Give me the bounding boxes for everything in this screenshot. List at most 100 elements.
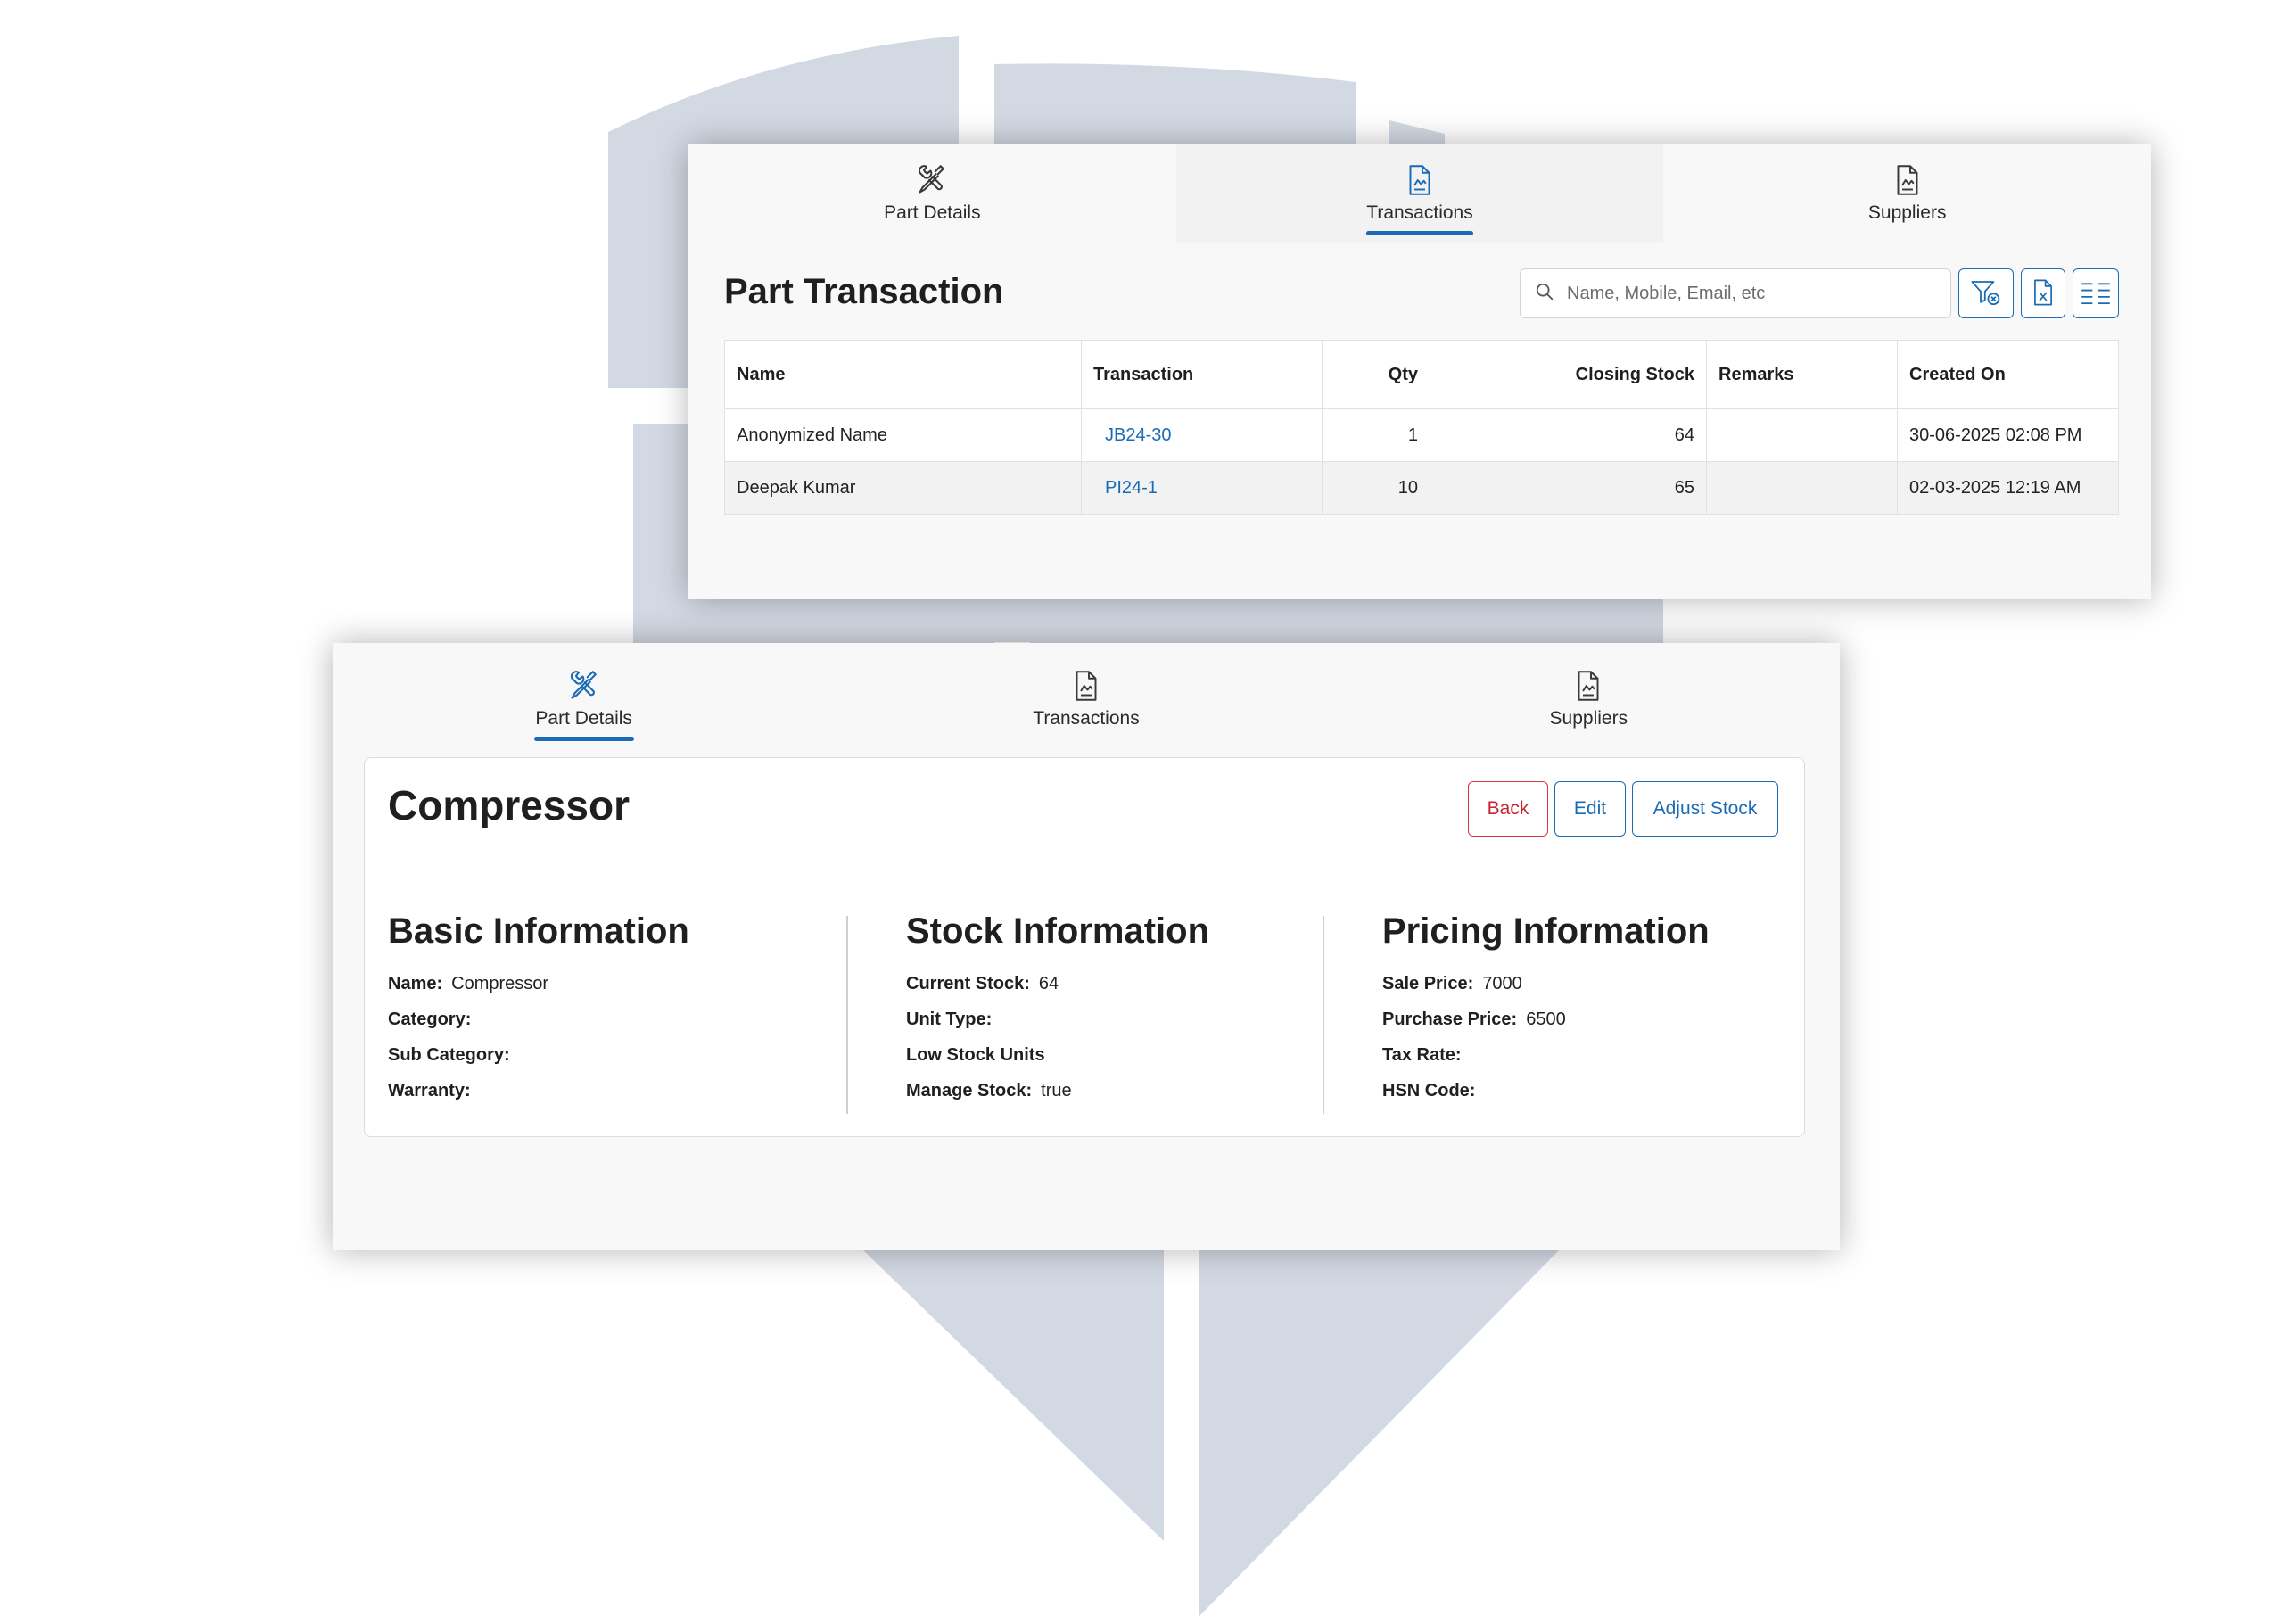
cell-qty: 1: [1322, 408, 1430, 462]
column-header[interactable]: Remarks: [1706, 340, 1898, 409]
document-chart-icon: [1890, 162, 1925, 198]
tab-part-details[interactable]: Part Details: [688, 144, 1176, 243]
search-box: [1520, 268, 1951, 318]
column-toggle-icon: [2081, 280, 2111, 308]
field-row: Category:: [388, 1002, 689, 1037]
table-header-row: Name Transaction Qty Closing Stock Remar…: [724, 340, 2119, 409]
filter-clear-icon: [1970, 278, 2002, 309]
filter-clear-button[interactable]: [1958, 268, 2014, 318]
tools-icon: [566, 668, 602, 704]
field-label: Low Stock Units: [906, 1045, 1045, 1065]
document-chart-icon: [1570, 668, 1606, 704]
part-details-card: Part Details Transactions Suppliers Comp…: [333, 643, 1840, 1250]
field-row: Unit Type:: [906, 1002, 1209, 1037]
tab-transactions[interactable]: Transactions: [1175, 144, 1664, 243]
part-title: Compressor: [388, 782, 630, 828]
transactions-table: Name Transaction Qty Closing Stock Remar…: [724, 340, 2119, 515]
field-row: Purchase Price: 6500: [1382, 1002, 1710, 1037]
excel-export-button[interactable]: [2021, 268, 2065, 318]
tab-label: Part Details: [884, 202, 981, 223]
basic-information-section: Basic Information Name: Compressor Catego…: [388, 911, 689, 1109]
tab-label: Suppliers: [1549, 708, 1628, 729]
column-header[interactable]: Name: [724, 340, 1082, 409]
tab-bar: Part Details Transactions Suppliers: [333, 643, 1840, 752]
field-value: true: [1041, 1081, 1072, 1101]
tab-underline: [1854, 231, 1961, 235]
cell-qty: 10: [1322, 461, 1430, 515]
cell-closing-stock: 65: [1430, 461, 1707, 515]
cell-name: Deepak Kumar: [724, 461, 1082, 515]
edit-button[interactable]: Edit: [1554, 781, 1626, 837]
field-value: 6500: [1526, 1010, 1566, 1029]
excel-export-icon: [2032, 278, 2055, 309]
field-label: Name:: [388, 974, 443, 993]
transaction-link[interactable]: PI24-1: [1093, 478, 1158, 498]
cell-name: Anonymized Name: [724, 408, 1082, 462]
column-header[interactable]: Transaction: [1081, 340, 1323, 409]
back-button[interactable]: Back: [1468, 781, 1548, 837]
tab-transactions[interactable]: Transactions: [835, 643, 1337, 752]
field-label: Purchase Price:: [1382, 1010, 1518, 1029]
field-row: Low Stock Units: [906, 1037, 1209, 1073]
field-value: Compressor: [451, 974, 549, 993]
page-title: Part Transaction: [724, 272, 1004, 311]
field-label: Unit Type:: [906, 1010, 993, 1029]
cell-remarks: [1706, 461, 1898, 515]
tab-label: Transactions: [1033, 708, 1140, 729]
field-value: 64: [1038, 974, 1059, 993]
section-heading: Pricing Information: [1382, 911, 1710, 951]
tab-underline: [878, 231, 985, 235]
field-row: Manage Stock: true: [906, 1073, 1209, 1109]
tab-suppliers[interactable]: Suppliers: [1338, 643, 1840, 752]
field-label: Manage Stock:: [906, 1081, 1033, 1101]
column-header[interactable]: Created On: [1897, 340, 2119, 409]
field-row: Tax Rate:: [1382, 1037, 1710, 1073]
tab-bar: Part Details Transactions Suppliers: [688, 144, 2151, 243]
transactions-card: Part Details Transactions Suppliers Part…: [688, 144, 2151, 599]
field-row: Name: Compressor: [388, 966, 689, 1002]
field-label: Tax Rate:: [1382, 1045, 1462, 1065]
document-chart-icon: [1068, 668, 1104, 704]
tab-underline-active: [533, 737, 634, 741]
field-row: Current Stock: 64: [906, 966, 1209, 1002]
cell-closing-stock: 64: [1430, 408, 1707, 462]
field-label: Category:: [388, 1010, 472, 1029]
section-heading: Stock Information: [906, 911, 1210, 951]
field-row: Sub Category:: [388, 1037, 689, 1073]
part-detail-panel: Compressor Back Edit Adjust Stock Basic …: [364, 757, 1805, 1137]
search-icon: [1535, 282, 1554, 306]
field-row: Sale Price: 7000: [1382, 966, 1710, 1002]
table-row: Deepak Kumar PI24-1 10 65 02-03-2025 12:…: [724, 461, 2119, 515]
section-heading: Basic Information: [388, 911, 689, 951]
tab-label: Transactions: [1366, 202, 1473, 223]
field-label: Warranty:: [388, 1081, 471, 1101]
column-divider: [846, 916, 848, 1114]
cell-remarks: [1706, 408, 1898, 462]
tab-label: Suppliers: [1867, 202, 1947, 223]
field-label: Current Stock:: [906, 974, 1030, 993]
tab-part-details[interactable]: Part Details: [333, 643, 835, 752]
field-row: HSN Code:: [1382, 1073, 1710, 1109]
column-header[interactable]: Closing Stock: [1430, 340, 1707, 409]
field-label: Sub Category:: [388, 1045, 510, 1065]
tab-label: Part Details: [535, 708, 632, 729]
table-row: Anonymized Name JB24-30 1 64 30-06-2025 …: [724, 408, 2119, 462]
field-label: HSN Code:: [1382, 1081, 1476, 1101]
tools-icon: [914, 162, 950, 198]
pricing-information-section: Pricing Information Sale Price: 7000 Purc…: [1382, 911, 1710, 1109]
field-value: 7000: [1482, 974, 1522, 993]
column-toggle-button[interactable]: [2073, 268, 2119, 318]
tab-suppliers[interactable]: Suppliers: [1663, 144, 2151, 243]
tab-underline: [1538, 737, 1638, 741]
column-divider: [1323, 916, 1324, 1114]
tab-underline-active: [1366, 231, 1473, 235]
field-label: Sale Price:: [1382, 974, 1474, 993]
cell-created-on: 30-06-2025 02:08 PM: [1897, 408, 2119, 462]
transaction-link[interactable]: JB24-30: [1093, 425, 1172, 445]
column-header[interactable]: Qty: [1322, 340, 1430, 409]
search-input[interactable]: [1565, 282, 1925, 305]
tab-underline: [1036, 737, 1136, 741]
cell-created-on: 02-03-2025 12:19 AM: [1897, 461, 2119, 515]
stock-information-section: Stock Information Current Stock: 64 Unit …: [906, 911, 1209, 1109]
adjust-stock-button[interactable]: Adjust Stock: [1632, 781, 1778, 837]
